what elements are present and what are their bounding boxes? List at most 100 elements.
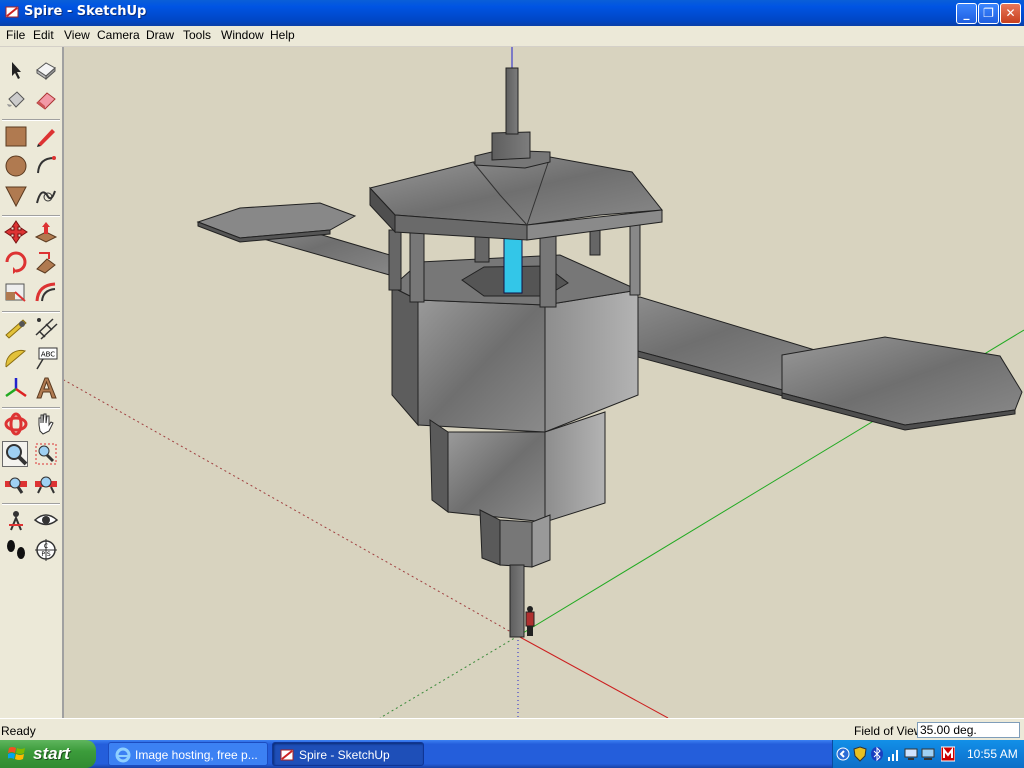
spire-model-drawing bbox=[64, 47, 1024, 718]
sketchup-icon bbox=[280, 749, 294, 761]
orbit-icon bbox=[4, 412, 28, 436]
section-plane-glyph: C bbox=[44, 543, 48, 550]
start-button[interactable]: start bbox=[0, 740, 96, 768]
move-arrows-icon bbox=[4, 220, 28, 244]
zoom-tool[interactable] bbox=[2, 441, 28, 467]
bottom-pole bbox=[509, 564, 525, 638]
taskbar-item-sketchup[interactable]: Spire - SketchUp bbox=[272, 742, 424, 766]
menu-bar: File Edit View Camera Draw Tools Window … bbox=[0, 26, 1024, 47]
menu-file[interactable]: File bbox=[6, 28, 25, 42]
arc-icon bbox=[37, 156, 56, 174]
orbit-tool[interactable] bbox=[3, 411, 29, 437]
zoom-extents-tool[interactable] bbox=[3, 471, 29, 497]
axes-icon bbox=[5, 378, 27, 398]
tape-measure-icon bbox=[5, 319, 27, 339]
move-tool[interactable] bbox=[3, 219, 29, 245]
footprints-icon bbox=[7, 540, 25, 559]
windows-logo-icon bbox=[8, 747, 25, 760]
triangle-icon bbox=[5, 186, 27, 208]
zoom-extents-icon bbox=[5, 477, 27, 494]
model-viewport[interactable] bbox=[64, 47, 1024, 718]
start-label: start bbox=[33, 744, 70, 763]
circle-icon bbox=[5, 155, 27, 177]
position-camera-icon bbox=[9, 511, 23, 531]
menu-draw[interactable]: Draw bbox=[146, 28, 174, 42]
rectangle-icon bbox=[5, 126, 27, 147]
protractor-tool[interactable] bbox=[3, 345, 29, 371]
monitor-icon[interactable] bbox=[921, 746, 935, 762]
menu-window[interactable]: Window bbox=[221, 28, 264, 42]
menu-edit[interactable]: Edit bbox=[33, 28, 54, 42]
clock[interactable]: 10:55 AM bbox=[967, 747, 1018, 761]
scale-icon bbox=[5, 283, 26, 302]
eye-icon bbox=[33, 514, 59, 526]
network-icon[interactable] bbox=[904, 746, 918, 762]
glass-core bbox=[503, 237, 523, 294]
toolbar-separator bbox=[2, 407, 60, 409]
menu-view[interactable]: View bbox=[64, 28, 90, 42]
text-tool[interactable]: ABC bbox=[33, 345, 59, 371]
toolbar-separator bbox=[2, 311, 60, 313]
polygon-tool[interactable] bbox=[3, 183, 29, 209]
toolbar-separator bbox=[2, 503, 60, 505]
previous-view-tool[interactable] bbox=[33, 471, 59, 497]
section-plane-icon: CP S bbox=[35, 539, 57, 561]
axes-tool[interactable] bbox=[3, 375, 29, 401]
antivirus-icon[interactable] bbox=[941, 746, 955, 762]
rotate-icon bbox=[5, 251, 27, 274]
human-figure bbox=[525, 606, 535, 636]
close-button[interactable]: ✕ bbox=[1000, 3, 1021, 24]
circle-tool[interactable] bbox=[3, 153, 29, 179]
freehand-tool[interactable] bbox=[33, 183, 59, 209]
sketchup-app-icon bbox=[5, 6, 19, 18]
measurements-input[interactable]: 35.00 deg. bbox=[917, 722, 1020, 738]
hand-icon bbox=[38, 413, 54, 435]
push-pull-tool[interactable] bbox=[33, 219, 59, 245]
3d-text-tool[interactable] bbox=[33, 375, 59, 401]
eraser-tool[interactable] bbox=[33, 87, 59, 113]
follow-me-tool[interactable] bbox=[33, 249, 59, 275]
menu-help[interactable]: Help bbox=[270, 28, 295, 42]
signal-icon[interactable] bbox=[887, 746, 901, 762]
status-text: Ready bbox=[1, 724, 36, 738]
rotate-tool[interactable] bbox=[3, 249, 29, 275]
follow-me-icon bbox=[36, 252, 56, 274]
dimension-tool[interactable] bbox=[33, 315, 59, 341]
toolbar-separator bbox=[2, 119, 60, 121]
window-title: Spire - SketchUp bbox=[24, 4, 147, 19]
position-camera-tool[interactable] bbox=[3, 507, 29, 533]
rectangle-tool[interactable] bbox=[3, 123, 29, 149]
select-tool[interactable] bbox=[3, 57, 29, 83]
arrow-icon bbox=[12, 62, 21, 79]
paint-bucket-icon bbox=[7, 91, 25, 108]
make-component-tool[interactable] bbox=[33, 57, 59, 83]
middle-tier bbox=[447, 431, 546, 523]
arc-tool[interactable] bbox=[33, 153, 59, 179]
section-plane-tool[interactable]: CP S bbox=[33, 537, 59, 563]
offset-tool[interactable] bbox=[33, 279, 59, 305]
tape-measure-tool[interactable] bbox=[3, 315, 29, 341]
restore-button[interactable]: ❐ bbox=[978, 3, 999, 24]
red-axis bbox=[517, 635, 669, 718]
look-around-tool[interactable] bbox=[33, 507, 59, 533]
title-bar[interactable]: Spire - SketchUp _ ❐ ✕ bbox=[0, 0, 1024, 26]
line-tool[interactable] bbox=[33, 123, 59, 149]
zoom-window-tool[interactable] bbox=[33, 441, 59, 467]
3d-text-icon bbox=[36, 377, 57, 399]
paint-bucket-tool[interactable] bbox=[3, 87, 29, 113]
show-hidden-icon[interactable] bbox=[836, 746, 850, 762]
magnifier-icon bbox=[6, 444, 28, 466]
taskbar-item-browser[interactable]: Image hosting, free p... bbox=[108, 742, 268, 766]
toolbar-separator bbox=[2, 215, 60, 217]
security-shield-icon[interactable] bbox=[853, 746, 867, 762]
walk-tool[interactable] bbox=[3, 537, 29, 563]
offset-icon bbox=[35, 282, 56, 302]
menu-camera[interactable]: Camera bbox=[97, 28, 140, 42]
minimize-button[interactable]: _ bbox=[956, 3, 977, 24]
scale-tool[interactable] bbox=[3, 279, 29, 305]
system-tray: 10:55 AM bbox=[832, 740, 1024, 768]
menu-tools[interactable]: Tools bbox=[183, 28, 211, 42]
pan-tool[interactable] bbox=[33, 411, 59, 437]
svg-text:P S: P S bbox=[41, 551, 51, 558]
bluetooth-icon[interactable] bbox=[870, 746, 884, 762]
